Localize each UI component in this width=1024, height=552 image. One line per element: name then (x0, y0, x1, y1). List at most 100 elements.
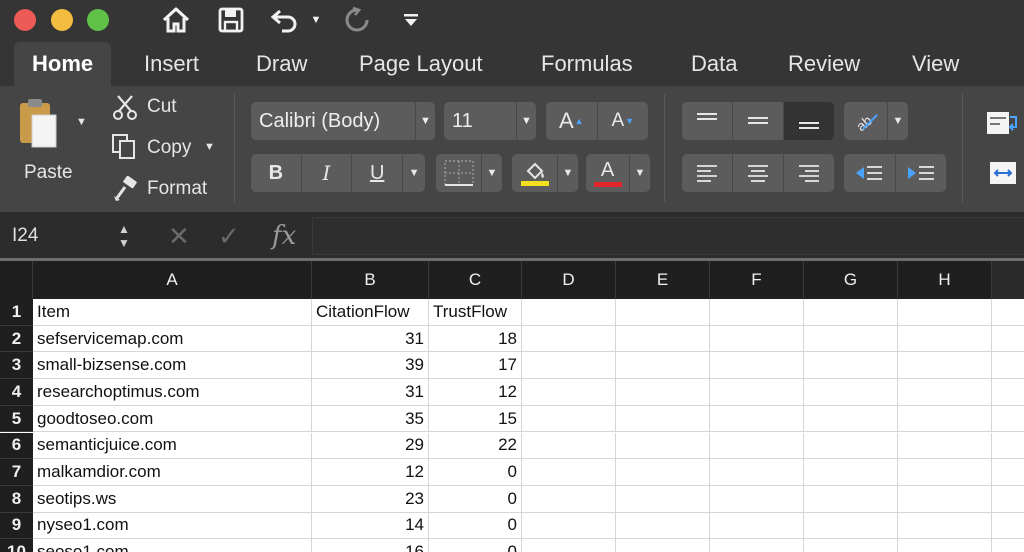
align-left-icon[interactable] (682, 154, 733, 192)
table-cell[interactable] (992, 299, 1024, 326)
table-cell[interactable] (710, 512, 804, 540)
table-cell[interactable] (710, 432, 804, 460)
table-cell[interactable] (710, 539, 804, 552)
table-cell[interactable]: 12 (312, 459, 429, 486)
column-header-partial[interactable] (992, 261, 1024, 299)
table-cell[interactable] (522, 379, 616, 406)
paste-button[interactable]: Paste (24, 162, 73, 184)
table-cell[interactable] (898, 325, 992, 353)
table-cell[interactable] (616, 459, 710, 486)
column-header-e[interactable]: E (616, 261, 710, 299)
table-cell[interactable]: TrustFlow (429, 299, 522, 326)
table-cell[interactable] (522, 539, 616, 552)
table-cell[interactable] (804, 512, 898, 540)
table-cell[interactable]: 31 (312, 379, 429, 406)
table-cell[interactable] (616, 485, 710, 513)
table-cell[interactable] (804, 379, 898, 406)
table-cell[interactable]: 14 (312, 512, 429, 540)
table-cell[interactable] (804, 539, 898, 552)
table-cell[interactable] (710, 352, 804, 380)
underline-dropdown-icon[interactable]: ▼ (403, 154, 425, 192)
customize-toolbar-icon[interactable] (400, 5, 422, 35)
table-cell[interactable] (616, 299, 710, 326)
decrease-indent-icon[interactable] (844, 154, 896, 192)
table-cell[interactable] (710, 379, 804, 406)
font-size-select[interactable]: 11 ▼ (444, 102, 536, 140)
borders-dropdown-icon[interactable]: ▼ (482, 154, 502, 192)
table-cell[interactable] (992, 406, 1024, 433)
table-cell[interactable]: 0 (429, 512, 522, 540)
tab-insert[interactable]: Insert (126, 42, 217, 86)
increase-indent-icon[interactable] (896, 154, 947, 192)
format-painter-icon[interactable] (112, 176, 138, 202)
minimize-window-button[interactable] (51, 9, 73, 31)
name-box-stepper-icon[interactable]: ▲ ▼ (118, 212, 130, 260)
table-cell[interactable]: seotips.ws (33, 485, 312, 513)
row-header[interactable]: 5 (0, 405, 33, 433)
table-cell[interactable] (522, 325, 616, 353)
table-cell[interactable]: 0 (429, 459, 522, 486)
align-middle-icon[interactable] (733, 102, 784, 140)
table-cell[interactable]: Item (33, 299, 312, 326)
table-cell[interactable] (710, 459, 804, 486)
table-cell[interactable] (616, 539, 710, 552)
table-cell[interactable]: malkamdior.com (33, 459, 312, 486)
table-cell[interactable]: researchoptimus.com (33, 379, 312, 406)
table-cell[interactable] (992, 513, 1024, 540)
row-header[interactable]: 4 (0, 379, 33, 406)
table-cell[interactable] (898, 299, 992, 326)
table-cell[interactable] (522, 352, 616, 380)
column-header-f[interactable]: F (710, 261, 804, 299)
table-cell[interactable] (804, 432, 898, 460)
orientation-icon[interactable]: ab (844, 102, 888, 140)
table-cell[interactable] (710, 299, 804, 326)
tab-home[interactable]: Home (14, 42, 112, 86)
table-cell[interactable] (898, 459, 992, 486)
tab-page-layout[interactable]: Page Layout (341, 42, 501, 86)
bold-button[interactable]: B (251, 154, 302, 192)
table-cell[interactable] (710, 405, 804, 433)
tab-review[interactable]: Review (770, 42, 878, 86)
table-cell[interactable]: 18 (429, 325, 522, 353)
home-icon[interactable] (158, 5, 194, 35)
row-header[interactable]: 2 (0, 325, 33, 353)
row-header[interactable]: 6 (0, 432, 33, 460)
table-cell[interactable] (898, 379, 992, 406)
row-header[interactable]: 10 (0, 539, 33, 552)
font-family-select[interactable]: Calibri (Body) ▼ (251, 102, 435, 140)
table-cell[interactable] (804, 405, 898, 433)
undo-dropdown-icon[interactable]: ▼ (306, 5, 326, 35)
font-color-dropdown-icon[interactable]: ▼ (630, 154, 650, 192)
align-bottom-icon[interactable] (784, 102, 834, 140)
column-header-h[interactable]: H (898, 261, 992, 299)
paste-dropdown-icon[interactable]: ▼ (76, 116, 87, 128)
table-cell[interactable] (992, 459, 1024, 486)
formula-input[interactable] (312, 217, 1024, 255)
copy-dropdown-icon[interactable]: ▼ (204, 141, 215, 153)
table-cell[interactable] (616, 325, 710, 353)
increase-font-size-button[interactable]: A ▲ (546, 102, 598, 140)
table-cell[interactable] (992, 352, 1024, 380)
table-cell[interactable] (710, 325, 804, 353)
table-cell[interactable] (992, 486, 1024, 513)
cut-button[interactable]: Cut (147, 96, 177, 118)
table-cell[interactable] (992, 433, 1024, 460)
tab-draw[interactable]: Draw (238, 42, 325, 86)
table-cell[interactable] (804, 325, 898, 353)
wrap-text-icon[interactable] (986, 108, 1020, 138)
table-cell[interactable] (616, 352, 710, 380)
copy-icon[interactable] (112, 134, 138, 160)
table-cell[interactable] (898, 352, 992, 380)
cut-icon[interactable] (112, 94, 138, 120)
table-cell[interactable]: goodtoseo.com (33, 405, 312, 433)
table-cell[interactable] (804, 485, 898, 513)
select-all-corner[interactable] (0, 261, 33, 299)
table-cell[interactable] (992, 379, 1024, 406)
table-cell[interactable] (898, 539, 992, 552)
row-header[interactable]: 1 (0, 299, 33, 326)
save-icon[interactable] (214, 5, 248, 35)
table-cell[interactable]: nyseo1.com (33, 512, 312, 540)
table-cell[interactable]: sefservicemap.com (33, 325, 312, 353)
table-cell[interactable]: 0 (429, 539, 522, 552)
table-cell[interactable] (522, 512, 616, 540)
